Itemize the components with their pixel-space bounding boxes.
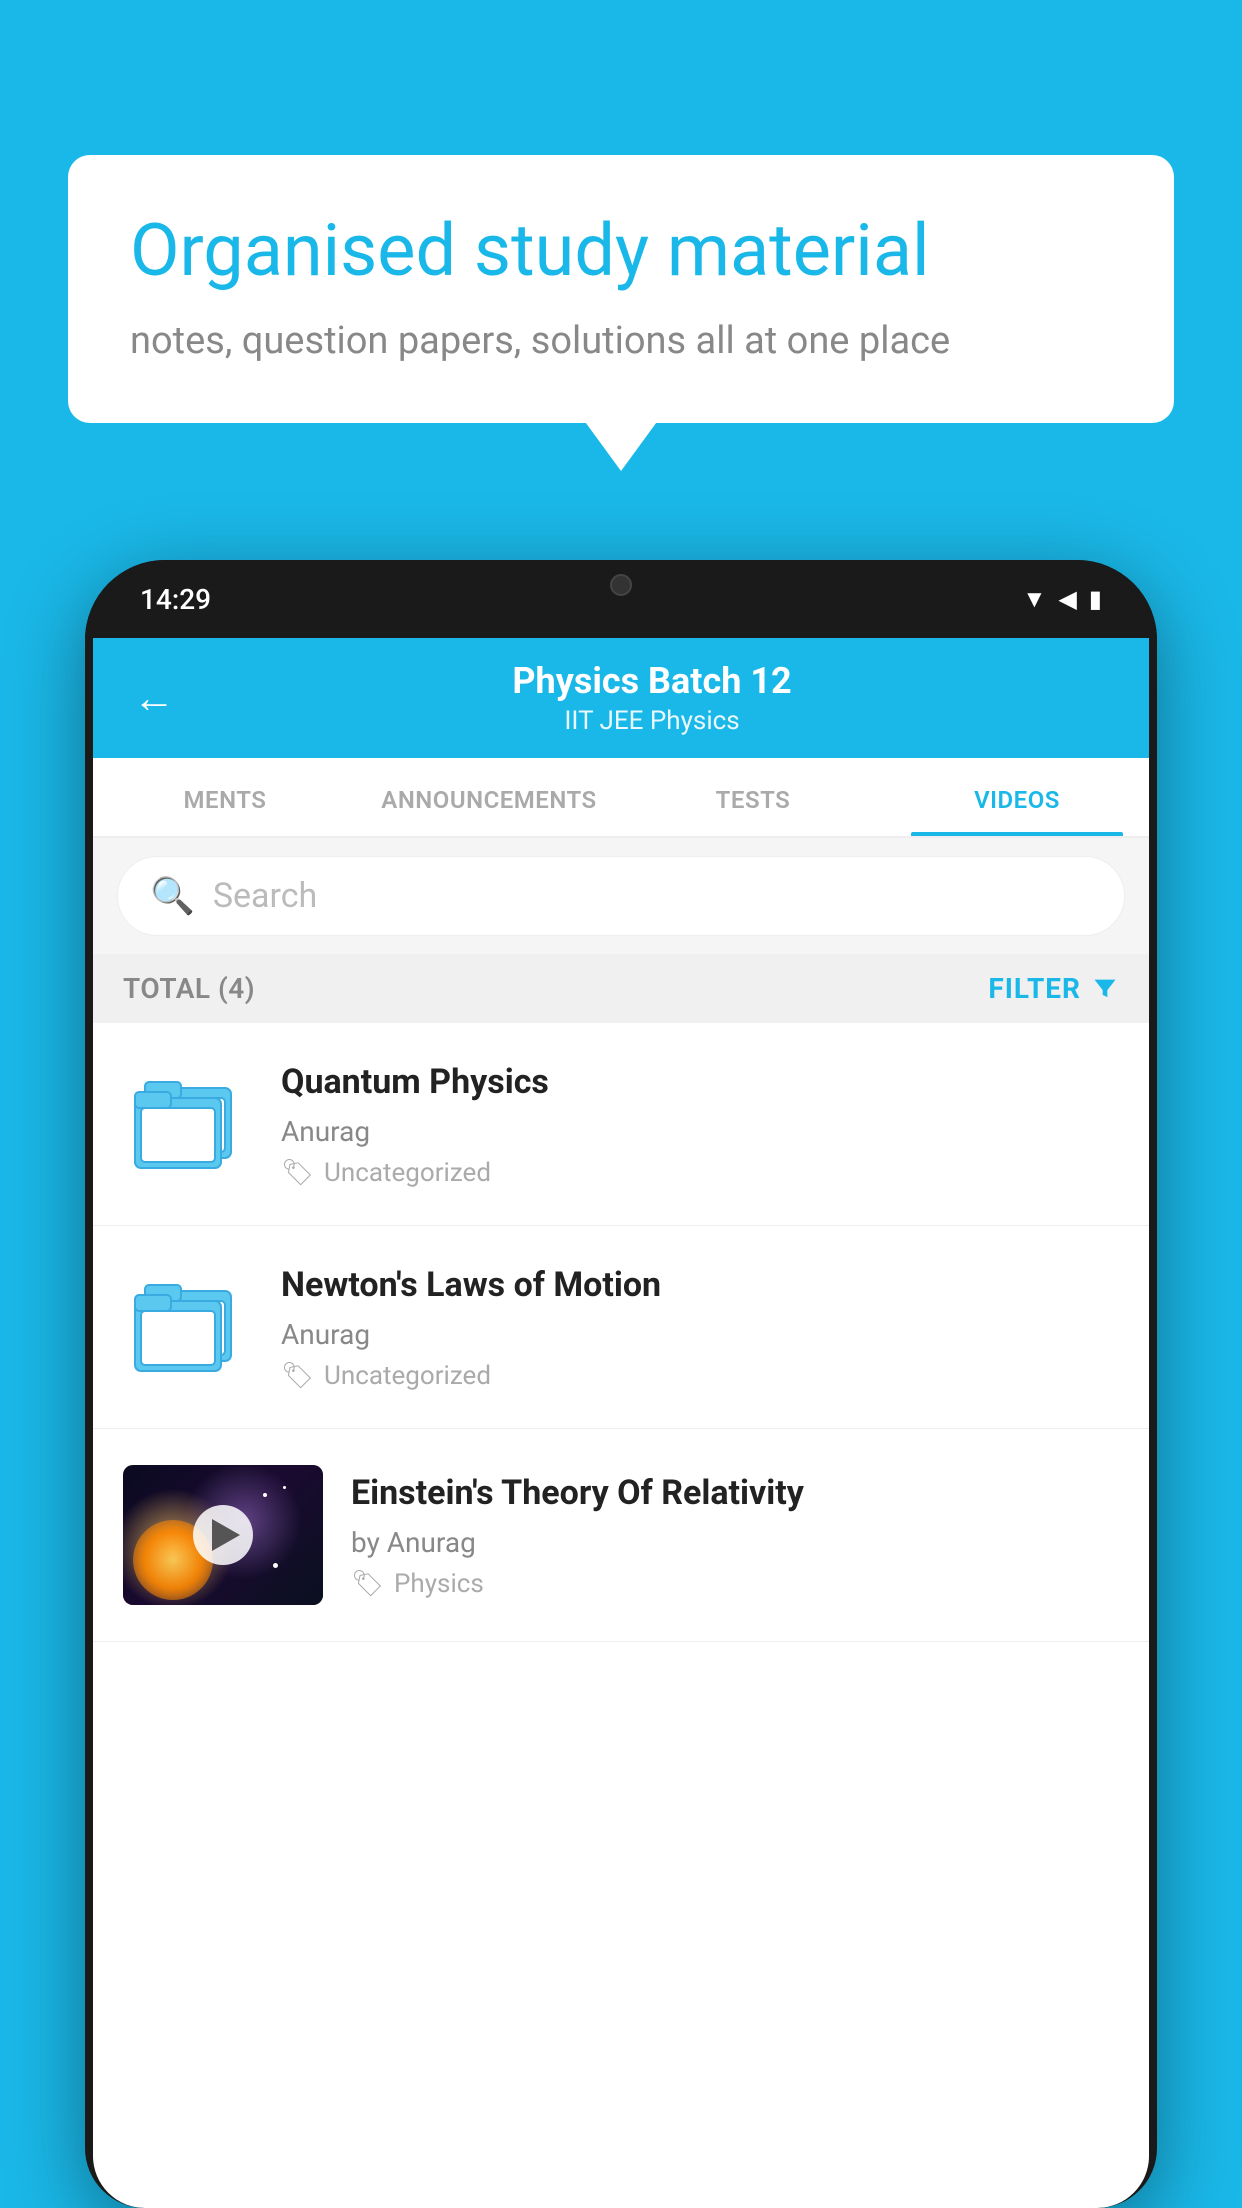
header-main-title: Physics Batch 12: [195, 660, 1109, 702]
phone-screen: ← Physics Batch 12 IIT JEE Physics MENTS…: [93, 638, 1149, 2208]
filter-row: TOTAL (4) FILTER: [93, 954, 1149, 1023]
video-author: Anurag: [281, 1115, 1119, 1148]
star-2: [283, 1486, 286, 1489]
video-info: Newton's Laws of Motion Anurag 🏷 Uncateg…: [281, 1263, 1119, 1390]
play-triangle-icon: [212, 1519, 240, 1551]
tab-bar: MENTS ANNOUNCEMENTS TESTS VIDEOS: [93, 758, 1149, 838]
tag-icon: 🏷: [351, 1569, 384, 1599]
video-author: by Anurag: [351, 1526, 1119, 1559]
video-author: Anurag: [281, 1318, 1119, 1351]
video-list: Quantum Physics Anurag 🏷 Uncategorized: [93, 1023, 1149, 1642]
signal-icon: ◀: [1058, 585, 1076, 613]
folder-thumbnail: [123, 1059, 253, 1189]
tab-tests[interactable]: TESTS: [621, 758, 885, 836]
filter-button[interactable]: FILTER: [988, 972, 1119, 1005]
app-header: ← Physics Batch 12 IIT JEE Physics: [93, 638, 1149, 758]
back-button[interactable]: ←: [133, 674, 175, 723]
folder-front-icon: [133, 1084, 233, 1174]
tag-label: Physics: [394, 1569, 484, 1599]
total-count-label: TOTAL (4): [123, 972, 255, 1005]
list-item[interactable]: Einstein's Theory Of Relativity by Anura…: [93, 1429, 1149, 1642]
search-bar-container: 🔍 Search: [93, 838, 1149, 954]
video-info: Einstein's Theory Of Relativity by Anura…: [351, 1471, 1119, 1598]
tab-ments[interactable]: MENTS: [93, 758, 357, 836]
phone-camera: [610, 574, 632, 596]
wifi-icon: ▼: [1023, 585, 1047, 614]
filter-label: FILTER: [988, 972, 1081, 1005]
tag-icon: 🏷: [281, 1158, 314, 1188]
video-title: Quantum Physics: [281, 1060, 1119, 1104]
tag-icon: 🏷: [281, 1361, 314, 1391]
video-title: Newton's Laws of Motion: [281, 1263, 1119, 1307]
video-tag: 🏷 Physics: [351, 1569, 1119, 1599]
search-icon: 🔍: [150, 875, 195, 917]
header-title-block: Physics Batch 12 IIT JEE Physics: [195, 660, 1109, 736]
search-bar[interactable]: 🔍 Search: [117, 856, 1125, 936]
bubble-subtitle: notes, question papers, solutions all at…: [130, 315, 1112, 368]
phone-notch: [541, 560, 701, 610]
list-item[interactable]: Newton's Laws of Motion Anurag 🏷 Uncateg…: [93, 1226, 1149, 1429]
star-3: [273, 1563, 278, 1568]
folder-front-icon-2: [133, 1287, 233, 1377]
tag-label: Uncategorized: [324, 1158, 491, 1188]
phone-frame: 14:29 ▼ ◀ ▮ ← Physics Batch 12 IIT JEE P…: [85, 560, 1157, 2208]
status-bar: 14:29 ▼ ◀ ▮: [85, 560, 1157, 638]
video-title: Einstein's Theory Of Relativity: [351, 1471, 1119, 1515]
battery-icon: ▮: [1089, 585, 1102, 613]
video-info: Quantum Physics Anurag 🏷 Uncategorized: [281, 1060, 1119, 1187]
tag-label: Uncategorized: [324, 1361, 491, 1391]
bubble-title: Organised study material: [130, 210, 1112, 293]
speech-bubble-container: Organised study material notes, question…: [68, 155, 1174, 423]
video-thumbnail: [123, 1465, 323, 1605]
search-input-placeholder[interactable]: Search: [213, 876, 317, 916]
speech-bubble: Organised study material notes, question…: [68, 155, 1174, 423]
tab-videos[interactable]: VIDEOS: [885, 758, 1149, 836]
tab-announcements[interactable]: ANNOUNCEMENTS: [357, 758, 621, 836]
video-tag: 🏷 Uncategorized: [281, 1158, 1119, 1188]
list-item[interactable]: Quantum Physics Anurag 🏷 Uncategorized: [93, 1023, 1149, 1226]
status-icons: ▼ ◀ ▮: [1023, 585, 1102, 614]
video-tag: 🏷 Uncategorized: [281, 1361, 1119, 1391]
folder-thumbnail: [123, 1262, 253, 1392]
play-button[interactable]: [193, 1505, 253, 1565]
header-subtitle: IIT JEE Physics: [195, 706, 1109, 736]
status-time: 14:29: [140, 583, 211, 616]
star-1: [263, 1493, 267, 1497]
filter-icon: [1091, 975, 1119, 1003]
